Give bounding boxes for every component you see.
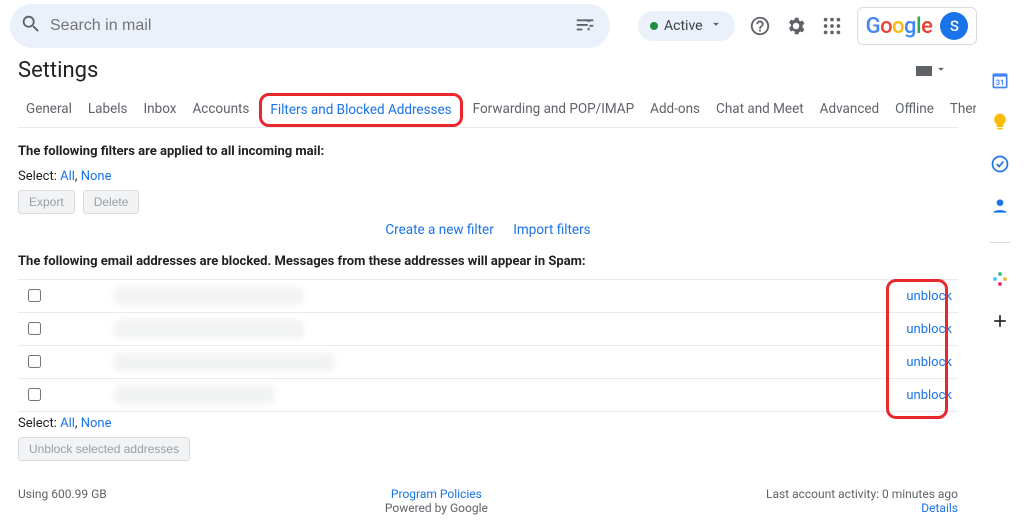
blocked-row-checkbox[interactable] xyxy=(28,289,41,302)
unblock-highlight-annotation xyxy=(886,279,948,419)
powered-by: Powered by Google xyxy=(385,501,488,515)
highlighted-tab-annotation: Filters and Blocked Addresses xyxy=(259,93,462,127)
density-selector[interactable] xyxy=(916,62,948,80)
tab-general[interactable]: General xyxy=(18,93,80,127)
blocked-heading: The following email addresses are blocke… xyxy=(18,254,958,269)
blocked-row-checkbox[interactable] xyxy=(28,388,41,401)
select-prefix: Select: xyxy=(18,169,60,184)
blocked-row: unblock xyxy=(18,280,958,313)
rail-separator xyxy=(990,242,1010,243)
filter-center-links: Create a new filter Import filters xyxy=(18,222,958,238)
filters-heading: The following filters are applied to all… xyxy=(18,144,958,159)
blocked-row-checkbox[interactable] xyxy=(28,322,41,335)
footer-usage: Using 600.99 GB xyxy=(18,487,107,501)
tab-filters-blocked[interactable]: Filters and Blocked Addresses xyxy=(268,100,453,120)
select-none-link[interactable]: None xyxy=(81,416,112,431)
blocked-address-redacted xyxy=(114,386,274,404)
tab-addons[interactable]: Add-ons xyxy=(642,93,708,127)
chevron-down-icon xyxy=(934,62,948,80)
account-brand-box[interactable]: Google S xyxy=(857,7,978,45)
select-none-link[interactable]: None xyxy=(81,169,112,184)
tab-advanced[interactable]: Advanced xyxy=(812,93,888,127)
footer: Using 600.99 GB Program Policies Powered… xyxy=(0,469,976,515)
filters-select-line: Select: All, None xyxy=(18,169,958,184)
tab-accounts[interactable]: Accounts xyxy=(184,93,257,127)
tab-offline[interactable]: Offline xyxy=(887,93,942,127)
tasks-icon[interactable] xyxy=(990,154,1010,174)
import-filters-link[interactable]: Import filters xyxy=(513,222,590,238)
settings-icon[interactable] xyxy=(785,14,807,38)
tab-forwarding[interactable]: Forwarding and POP/IMAP xyxy=(465,93,642,127)
contacts-icon[interactable] xyxy=(990,196,1010,216)
svg-text:31: 31 xyxy=(996,78,1005,87)
blocked-row: unblock xyxy=(18,346,958,379)
app-header: Active Google S xyxy=(0,0,976,58)
search-input[interactable] xyxy=(42,16,574,36)
select-prefix: Select: xyxy=(18,416,60,431)
density-icon xyxy=(916,66,932,76)
status-chip[interactable]: Active xyxy=(638,11,735,41)
tab-inbox[interactable]: Inbox xyxy=(136,93,185,127)
select-all-link[interactable]: All xyxy=(60,416,75,431)
delete-button[interactable]: Delete xyxy=(83,190,140,214)
tab-chat-meet[interactable]: Chat and Meet xyxy=(708,93,812,127)
help-icon[interactable] xyxy=(749,14,771,38)
last-activity: Last account activity: 0 minutes ago xyxy=(766,487,958,501)
details-link[interactable]: Details xyxy=(921,501,958,515)
unblock-selected-button[interactable]: Unblock selected addresses xyxy=(18,437,190,461)
create-filter-link[interactable]: Create a new filter xyxy=(385,222,493,238)
blocked-address-redacted xyxy=(114,320,304,338)
chevron-down-icon xyxy=(709,17,723,35)
export-button[interactable]: Export xyxy=(18,190,75,214)
apps-icon[interactable] xyxy=(821,14,843,38)
tab-labels[interactable]: Labels xyxy=(80,93,136,127)
keep-icon[interactable] xyxy=(990,112,1010,132)
status-dot-icon xyxy=(650,22,658,30)
add-panel-icon[interactable] xyxy=(990,311,1010,331)
select-all-link[interactable]: All xyxy=(60,169,75,184)
blocked-row: unblock xyxy=(18,313,958,346)
slack-icon[interactable] xyxy=(990,269,1010,289)
avatar[interactable]: S xyxy=(940,12,968,40)
blocked-row-checkbox[interactable] xyxy=(28,355,41,368)
blocked-table: unblock unblock unblock unblock xyxy=(18,279,958,412)
program-policies-link[interactable]: Program Policies xyxy=(391,487,482,501)
google-logo: Google xyxy=(866,14,933,39)
side-panel: 31 xyxy=(976,56,1024,523)
blocked-row: unblock xyxy=(18,379,958,412)
blocked-address-redacted xyxy=(114,353,334,371)
search-options-icon[interactable] xyxy=(574,13,596,39)
calendar-icon[interactable]: 31 xyxy=(990,70,1010,90)
settings-tabs: General Labels Inbox Accounts Filters an… xyxy=(18,93,958,128)
search-icon xyxy=(20,13,42,39)
search-bar[interactable] xyxy=(10,4,610,48)
page-title: Settings xyxy=(18,58,98,83)
blocked-select-line: Select: All, None xyxy=(18,416,958,431)
status-label: Active xyxy=(664,18,703,34)
blocked-address-redacted xyxy=(114,287,304,305)
